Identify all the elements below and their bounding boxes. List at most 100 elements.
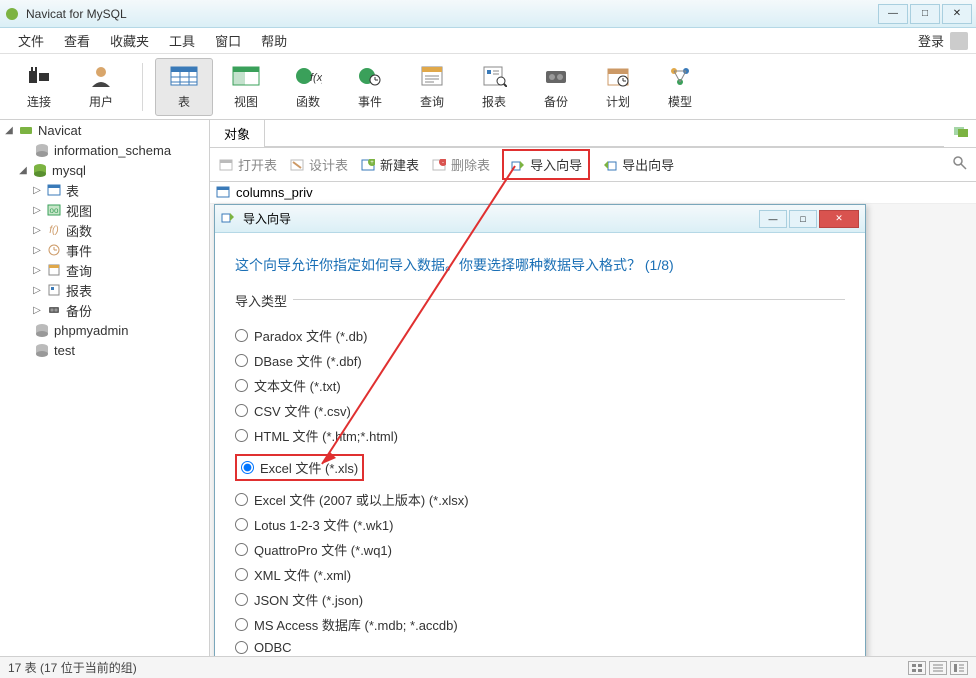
object-tabs: 对象 [210, 120, 976, 148]
toolbar-connect[interactable]: 连接 [10, 58, 68, 116]
import-wizard-button[interactable]: 导入向导 [502, 149, 590, 180]
wizard-minimize-button[interactable]: ― [759, 210, 787, 228]
tree-mysql-backups[interactable]: ▷ 备份 [0, 300, 209, 320]
import-type-radio[interactable] [235, 404, 248, 417]
import-type-option[interactable]: DBase 文件 (*.dbf) [235, 350, 845, 371]
search-icon[interactable] [952, 155, 968, 174]
toolbar-table-label: 表 [178, 93, 190, 110]
add-tab-icon[interactable] [944, 125, 976, 142]
tree-db-information-schema[interactable]: information_schema [0, 140, 209, 160]
toolbar-user[interactable]: 用户 [72, 58, 130, 116]
open-table-button[interactable]: 打开表 [218, 155, 277, 174]
import-type-option[interactable]: Excel 文件 (*.xls) [235, 454, 364, 481]
import-type-radio[interactable] [235, 379, 248, 392]
toolbar-separator [142, 63, 143, 111]
tree-arrow-icon[interactable]: ▷ [32, 205, 42, 216]
wizard-close-button[interactable]: ✕ [819, 210, 859, 228]
import-type-option[interactable]: 文本文件 (*.txt) [235, 375, 845, 396]
object-list-item[interactable]: columns_priv [210, 182, 976, 204]
import-type-label: XML 文件 (*.xml) [254, 565, 351, 584]
import-type-radio[interactable] [235, 568, 248, 581]
toolbar-schedule[interactable]: 计划 [589, 58, 647, 116]
toolbar-event[interactable]: 事件 [341, 58, 399, 116]
wizard-maximize-button[interactable]: □ [789, 210, 817, 228]
window-minimize-button[interactable]: ― [878, 4, 908, 24]
tree-arrow-icon[interactable]: ▷ [32, 185, 42, 196]
view-mode-list-icon[interactable] [929, 661, 947, 675]
main-toolbar: 连接 用户 表 视图 f(x) 函数 事件 查询 报表 备份 计划 模型 [0, 54, 976, 120]
new-table-button[interactable]: + 新建表 [360, 155, 419, 174]
toolbar-table[interactable]: 表 [155, 58, 213, 116]
open-table-icon [218, 157, 234, 173]
import-type-option[interactable]: CSV 文件 (*.csv) [235, 400, 845, 421]
tree-label: test [54, 343, 75, 358]
view-mode-grid-icon[interactable] [908, 661, 926, 675]
tree-mysql-views[interactable]: ▷ oo 视图 [0, 200, 209, 220]
window-titlebar: Navicat for MySQL ― □ ✕ [0, 0, 976, 28]
menu-tools[interactable]: 工具 [159, 31, 205, 50]
import-type-option[interactable]: QuattroPro 文件 (*.wq1) [235, 539, 845, 560]
tree-mysql-tables[interactable]: ▷ 表 [0, 180, 209, 200]
import-type-option[interactable]: Lotus 1-2-3 文件 (*.wk1) [235, 514, 845, 535]
import-type-radio[interactable] [235, 329, 248, 342]
import-type-option[interactable]: JSON 文件 (*.json) [235, 589, 845, 610]
toolbar-function-label: 函数 [296, 93, 320, 110]
menu-view[interactable]: 查看 [54, 31, 100, 50]
import-type-radio[interactable] [241, 461, 254, 474]
import-type-radio[interactable] [235, 354, 248, 367]
navigation-tree[interactable]: ◢ Navicat information_schema ◢ mysql ▷ 表… [0, 120, 210, 656]
tree-label: 查询 [66, 261, 92, 280]
view-mode-detail-icon[interactable] [950, 661, 968, 675]
import-type-option[interactable]: XML 文件 (*.xml) [235, 564, 845, 585]
login-link[interactable]: 登录 [918, 31, 944, 50]
import-type-radio[interactable] [235, 641, 248, 654]
tree-arrow-icon[interactable]: ◢ [4, 125, 14, 136]
tree-mysql-queries[interactable]: ▷ 查询 [0, 260, 209, 280]
tree-arrow-icon[interactable]: ▷ [32, 265, 42, 276]
menu-file[interactable]: 文件 [8, 31, 54, 50]
import-type-radio[interactable] [235, 493, 248, 506]
tree-arrow-icon[interactable]: ▷ [32, 285, 42, 296]
menu-favorites[interactable]: 收藏夹 [100, 31, 159, 50]
menu-help[interactable]: 帮助 [251, 31, 297, 50]
import-type-radio[interactable] [235, 593, 248, 606]
tree-arrow-icon[interactable]: ▷ [32, 305, 42, 316]
import-type-radio[interactable] [235, 618, 248, 631]
tab-objects[interactable]: 对象 [210, 120, 265, 147]
wizard-title-text: 导入向导 [243, 210, 291, 227]
toolbar-report[interactable]: 报表 [465, 58, 523, 116]
import-type-radio[interactable] [235, 543, 248, 556]
design-table-button[interactable]: 设计表 [289, 155, 348, 174]
import-type-option[interactable]: Paradox 文件 (*.db) [235, 325, 845, 346]
toolbar-view[interactable]: 视图 [217, 58, 275, 116]
import-type-radio[interactable] [235, 429, 248, 442]
tree-arrow-icon[interactable]: ▷ [32, 225, 42, 236]
import-type-option[interactable]: HTML 文件 (*.htm;*.html) [235, 425, 845, 446]
avatar-icon[interactable] [950, 32, 968, 50]
import-type-option[interactable]: MS Access 数据库 (*.mdb; *.accdb) [235, 614, 845, 635]
status-text: 17 表 (17 位于当前的组) [8, 659, 137, 676]
tree-db-mysql[interactable]: ◢ mysql [0, 160, 209, 180]
window-close-button[interactable]: ✕ [942, 4, 972, 24]
tree-arrow-icon[interactable]: ◢ [18, 165, 28, 176]
import-type-option[interactable]: Excel 文件 (2007 或以上版本) (*.xlsx) [235, 489, 845, 510]
tree-db-phpmyadmin[interactable]: phpmyadmin [0, 320, 209, 340]
menu-window[interactable]: 窗口 [205, 31, 251, 50]
tree-root-navicat[interactable]: ◢ Navicat [0, 120, 209, 140]
tree-mysql-functions[interactable]: ▷ f() 函数 [0, 220, 209, 240]
event-icon [354, 63, 386, 89]
import-type-radio[interactable] [235, 518, 248, 531]
window-maximize-button[interactable]: □ [910, 4, 940, 24]
toolbar-backup[interactable]: 备份 [527, 58, 585, 116]
tree-arrow-icon[interactable]: ▷ [32, 245, 42, 256]
export-wizard-button[interactable]: 导出向导 [602, 155, 674, 174]
tree-db-test[interactable]: test [0, 340, 209, 360]
tree-mysql-reports[interactable]: ▷ 报表 [0, 280, 209, 300]
delete-table-button[interactable]: - 删除表 [431, 155, 490, 174]
toolbar-function[interactable]: f(x) 函数 [279, 58, 337, 116]
tree-mysql-events[interactable]: ▷ 事件 [0, 240, 209, 260]
toolbar-model[interactable]: 模型 [651, 58, 709, 116]
import-type-option[interactable]: ODBC [235, 639, 845, 656]
import-icon [510, 157, 526, 173]
toolbar-query[interactable]: 查询 [403, 58, 461, 116]
